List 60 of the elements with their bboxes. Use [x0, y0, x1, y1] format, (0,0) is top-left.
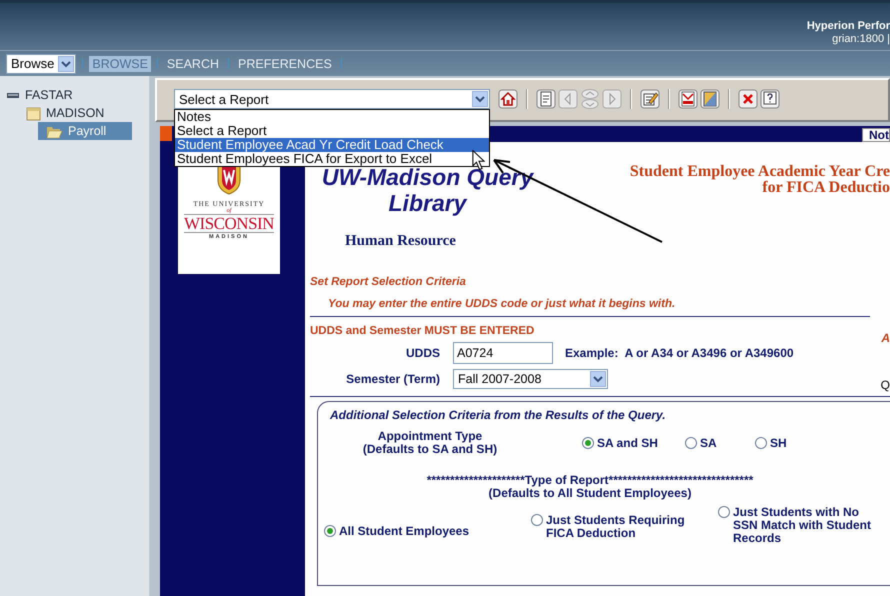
tree-item[interactable]: MADISON: [0, 104, 149, 122]
group-label: *********************Type of Report*******************************: [426, 474, 754, 487]
page-up-down-icon[interactable]: [580, 89, 600, 109]
nav-tab[interactable]: SEARCH: [164, 56, 222, 72]
semester-select[interactable]: Fall 2007-2008: [453, 369, 608, 389]
image-icon[interactable]: [700, 89, 720, 109]
group-label: Appointment Type: [376, 430, 484, 443]
caret-icon: [58, 56, 74, 72]
radio-button[interactable]: [685, 437, 697, 449]
udds-example: Example: A or A34 or A3496 or A349600: [565, 346, 794, 360]
report-option[interactable]: Select a Report: [175, 124, 489, 138]
library-title: UW-Madison Query: [322, 164, 534, 190]
radio-button[interactable]: [718, 506, 730, 518]
radio-button[interactable]: [582, 437, 594, 449]
report-select[interactable]: Select a Report: [174, 89, 490, 109]
radio-button[interactable]: [755, 437, 767, 449]
radio-option[interactable]: SA: [685, 436, 755, 450]
report-option[interactable]: Notes: [175, 110, 489, 124]
required-note: UDDS and Semester MUST BE ENTERED: [310, 325, 536, 337]
section-heading: Additional Selection Criteria from the Results of the Query.: [330, 408, 667, 422]
side-letter: Q: [880, 378, 890, 392]
caret-icon: [590, 371, 606, 387]
udds-field[interactable]: A0724: [453, 342, 553, 364]
department-heading: Human Resource: [345, 233, 456, 250]
caret-icon: [472, 91, 488, 107]
report-title: Student Employee Academic Year Cre: [630, 164, 890, 180]
radio-option[interactable]: Just Students with No SSN Match with Student Records: [718, 506, 878, 545]
product-name: Hyperion Perfor: [806, 20, 890, 33]
document-icon[interactable]: [536, 89, 556, 109]
criteria-hint: You may enter the entire UDDS code or just what it begins with.: [328, 298, 676, 310]
status-marker: [160, 126, 172, 141]
nav-tab[interactable]: PREFERENCES: [235, 56, 335, 72]
side-letter: A: [881, 331, 890, 345]
tree-item[interactable]: FASTAR: [0, 86, 149, 104]
notes-button[interactable]: Not: [862, 128, 890, 142]
field-label: UDDS: [404, 346, 440, 360]
folder-icon: [26, 106, 41, 120]
next-icon[interactable]: [602, 89, 622, 109]
radio-option[interactable]: All Student Employees: [324, 525, 509, 538]
criteria-heading: Set Report Selection Criteria: [310, 276, 467, 288]
library-title: Library: [388, 190, 466, 216]
edit-icon[interactable]: [640, 89, 660, 109]
report-title: for FICA Deductio: [762, 180, 890, 196]
mode-select[interactable]: Browse: [6, 54, 76, 74]
radio-option[interactable]: SH: [755, 436, 825, 450]
field-label: Semester (Term): [345, 372, 440, 386]
server-label: grian:1800 |: [832, 33, 890, 46]
tree-item[interactable]: Payroll: [38, 122, 132, 140]
report-option[interactable]: Student Employees FICA for Export to Excel: [175, 152, 489, 166]
help-icon[interactable]: [760, 89, 780, 109]
group-hint: (Defaults to All Student Employees): [488, 487, 692, 500]
radio-button[interactable]: [531, 514, 543, 526]
radio-option[interactable]: SA and SH: [582, 436, 685, 450]
radio-button[interactable]: [324, 525, 336, 537]
home-icon[interactable]: [498, 89, 518, 109]
radio-option[interactable]: Just Students Requiring FICA Deduction: [531, 514, 696, 540]
close-icon[interactable]: [738, 89, 758, 109]
report-option[interactable]: Student Employee Acad Yr Credit Load Check: [175, 138, 489, 152]
group-hint: (Defaults to SA and SH): [362, 443, 498, 456]
logo-text: WISCONSIN: [184, 214, 274, 233]
